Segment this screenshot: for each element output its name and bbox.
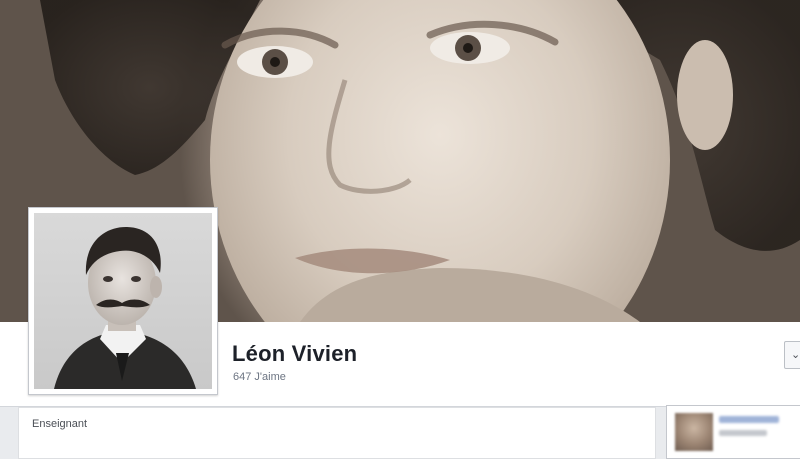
side-card-subtitle-placeholder xyxy=(719,430,767,436)
chevron-down-icon: ⌄ xyxy=(791,349,800,361)
about-panel: Enseignant xyxy=(18,407,656,459)
profile-picture[interactable] xyxy=(28,207,218,395)
likes-count[interactable]: 647 J'aime xyxy=(233,371,286,383)
page-category: Enseignant xyxy=(32,418,88,430)
side-card[interactable] xyxy=(666,405,800,459)
options-dropdown-button[interactable]: ⌄ xyxy=(784,341,800,369)
side-card-title-placeholder xyxy=(719,416,779,423)
page-title[interactable]: Léon Vivien xyxy=(232,341,357,367)
profile-photo xyxy=(34,213,212,389)
side-card-thumbnail xyxy=(675,413,713,451)
profile-portrait-illustration xyxy=(54,227,196,389)
